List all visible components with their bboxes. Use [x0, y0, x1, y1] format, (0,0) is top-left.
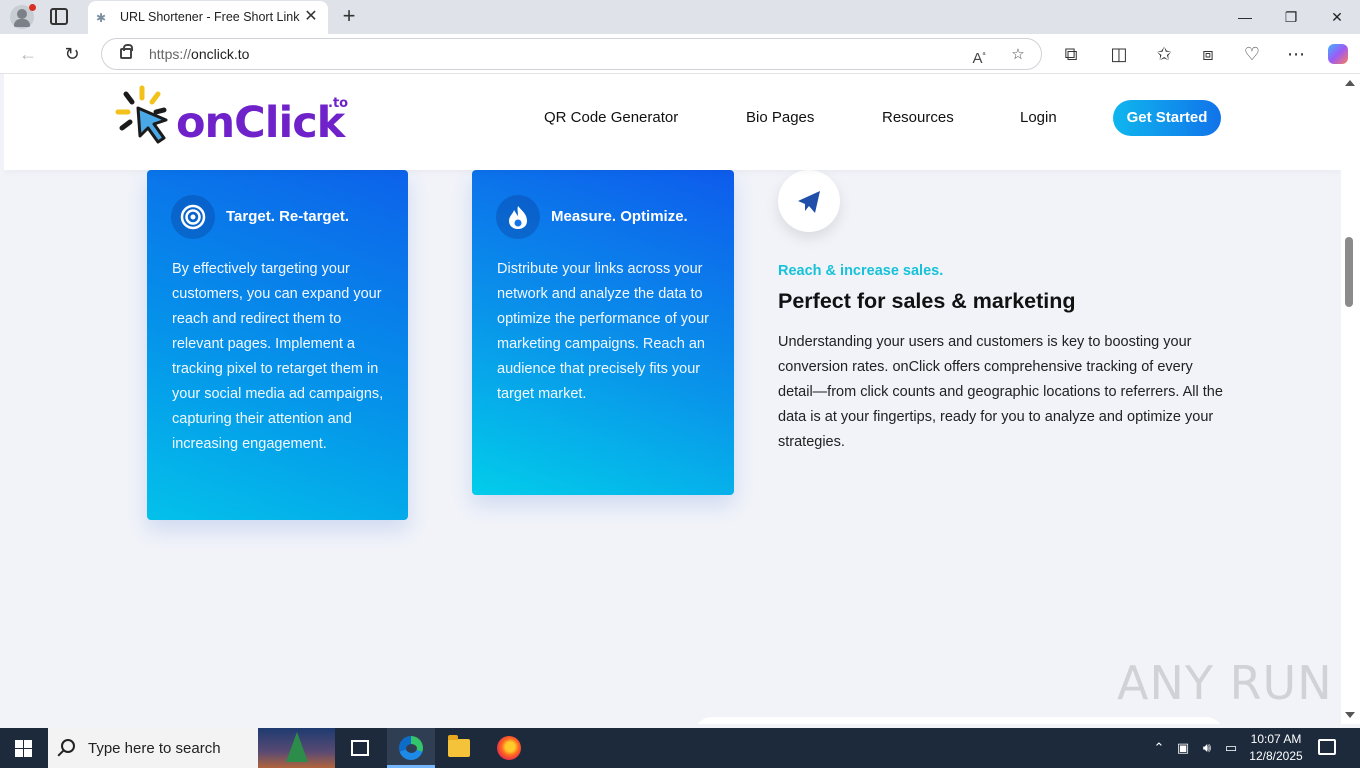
nav-resources[interactable]: Resources [882, 109, 954, 126]
clock-time: 10:07 AM [1250, 732, 1302, 746]
browser-tab-bar: ✱ URL Shortener - Free Short Link & ✕ + … [0, 0, 1360, 34]
meet-now-icon[interactable]: ▣ [1174, 739, 1192, 757]
address-bar[interactable]: https://onclick.to Aᵃ ☆ [101, 38, 1042, 70]
scroll-down-icon[interactable] [1345, 712, 1355, 718]
copilot-icon[interactable] [1326, 42, 1350, 66]
page-scrollbar[interactable] [1341, 74, 1360, 724]
firefox-icon [497, 736, 521, 760]
next-section-card [694, 717, 1224, 724]
edge-icon [399, 736, 423, 760]
logo-suffix: .to [328, 96, 349, 111]
back-button[interactable]: ← [16, 42, 40, 66]
tray-overflow-icon[interactable]: ⌃ [1150, 739, 1168, 757]
taskbar-firefox-button[interactable] [485, 728, 533, 768]
card-text: Distribute your links across your networ… [497, 261, 709, 402]
task-view-button[interactable] [336, 728, 384, 768]
search-placeholder: Type here to search [88, 740, 221, 757]
tab-actions-icon[interactable] [50, 8, 68, 25]
windows-taskbar: Type here to search ⌃ ▣ 🔊︎ ▭ 10:07 AM 12… [0, 728, 1360, 768]
christmas-tree-icon [286, 732, 308, 762]
feature-title: Perfect for sales & marketing [778, 289, 1076, 313]
browser-essentials-icon[interactable]: ♡ [1240, 42, 1264, 66]
browser-tab[interactable]: ✱ URL Shortener - Free Short Link & ✕ [88, 1, 328, 34]
card-title: Target. Re-target. [226, 208, 350, 225]
lock-icon[interactable] [120, 44, 133, 59]
url-text: https://onclick.to [149, 46, 250, 62]
nav-login[interactable]: Login [1020, 109, 1057, 126]
read-aloud-icon[interactable]: Aᵃ [968, 44, 990, 67]
card-text: By effectively targeting your customers,… [172, 261, 384, 452]
close-window-button[interactable]: ✕ [1324, 6, 1350, 28]
clock-date: 12/8/2025 [1249, 749, 1303, 763]
search-icon [61, 739, 75, 753]
refresh-button[interactable]: ↻ [60, 42, 84, 66]
get-started-button[interactable]: Get Started [1113, 100, 1221, 136]
flame-icon [496, 195, 540, 239]
windows-start-icon[interactable] [15, 740, 32, 757]
site-favicon-icon: ✱ [96, 11, 107, 25]
taskbar-edge-button[interactable] [387, 728, 435, 768]
browser-toolbar: ← ↻ https://onclick.to Aᵃ ☆ ⧉ ◫ ✩ ⧈ ♡ ⋯ [0, 34, 1360, 74]
close-tab-icon[interactable]: ✕ [302, 8, 320, 26]
volume-icon[interactable]: 🔊︎ [1198, 739, 1216, 757]
scroll-up-icon[interactable] [1345, 80, 1355, 86]
logo-text: onClick [176, 98, 345, 148]
feature-card-target: Target. Re-target. By effectively target… [147, 170, 408, 520]
cursor-burst-icon [115, 85, 168, 144]
feature-kicker: Reach & increase sales. [778, 263, 944, 279]
feature-description: Understanding your users and customers i… [778, 334, 1223, 450]
site-header: onClick .to QR Code Generator Bio Pages … [4, 74, 1341, 170]
target-icon [171, 195, 215, 239]
task-view-icon [351, 740, 369, 756]
restore-button[interactable]: ❐ [1278, 6, 1304, 28]
new-tab-button[interactable]: + [338, 5, 360, 27]
tab-title: URL Shortener - Free Short Link & [120, 10, 300, 24]
profile-avatar-icon[interactable] [10, 4, 36, 29]
card-title: Measure. Optimize. [551, 208, 688, 225]
site-logo[interactable]: onClick .to [114, 84, 354, 154]
nav-bio-pages[interactable]: Bio Pages [746, 109, 814, 126]
network-icon[interactable]: ▭ [1222, 739, 1240, 757]
notification-center-icon[interactable] [1318, 739, 1336, 755]
paper-plane-icon [778, 170, 840, 232]
feature-card-measure: Measure. Optimize. Distribute your links… [472, 170, 734, 495]
taskbar-file-explorer-button[interactable] [435, 728, 483, 768]
scroll-thumb[interactable] [1345, 237, 1353, 307]
taskbar-search-box[interactable]: Type here to search [48, 728, 335, 768]
taskbar-clock[interactable]: 10:07 AM 12/8/2025 [1245, 731, 1307, 765]
extensions-icon[interactable]: ⧉ [1059, 42, 1083, 66]
favorites-icon[interactable]: ✩ [1152, 42, 1176, 66]
favorite-star-icon[interactable]: ☆ [1007, 44, 1029, 66]
collections-icon[interactable]: ⧈ [1196, 42, 1220, 66]
web-page: onClick .to QR Code Generator Bio Pages … [4, 74, 1341, 724]
folder-icon [448, 735, 470, 757]
anyrun-watermark: ANY RUN [1117, 656, 1333, 710]
split-screen-icon[interactable]: ◫ [1107, 42, 1131, 66]
search-highlight-image [258, 728, 335, 768]
notification-dot [29, 4, 36, 11]
more-menu-icon[interactable]: ⋯ [1284, 42, 1308, 66]
nav-qr-code-generator[interactable]: QR Code Generator [544, 109, 678, 126]
minimize-button[interactable]: — [1232, 6, 1258, 28]
